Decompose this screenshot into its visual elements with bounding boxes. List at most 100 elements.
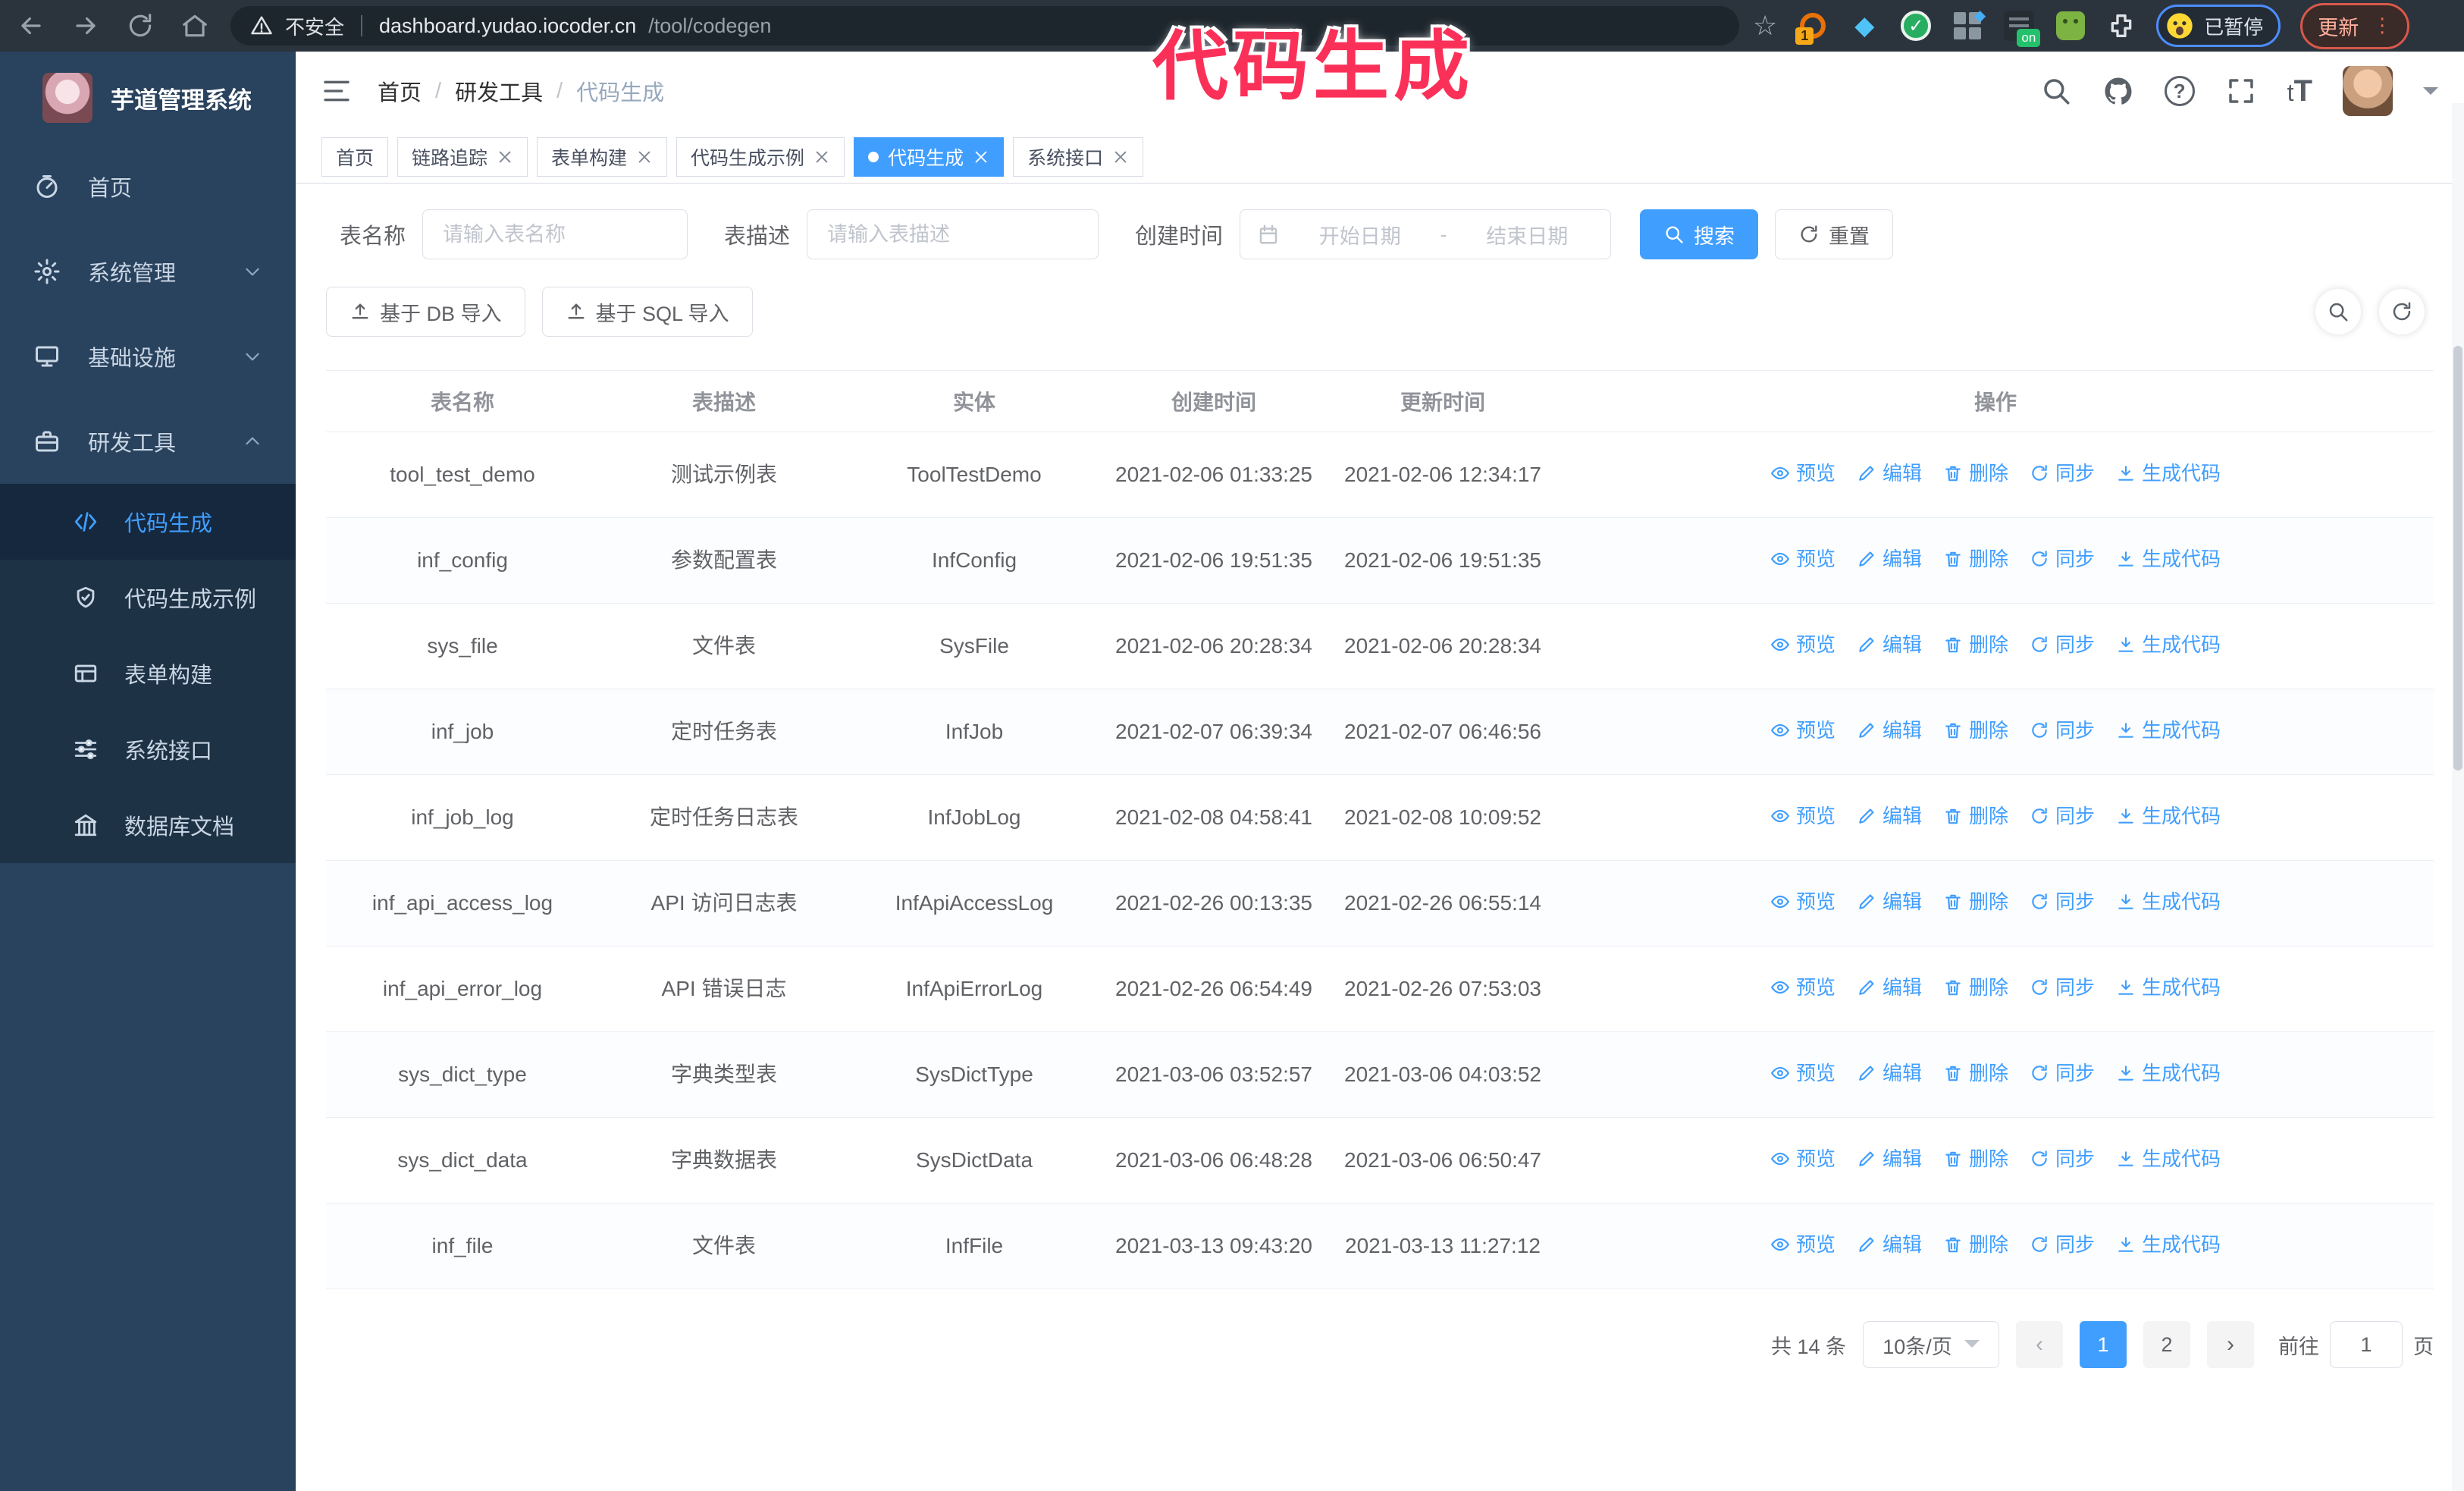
prev-page-button[interactable]: ‹ — [2016, 1321, 2063, 1368]
tab-system-api[interactable]: 系统接口 — [1013, 137, 1144, 177]
extension-orange-icon[interactable]: 1 — [1795, 10, 1829, 45]
tab-codegen[interactable]: 代码生成 — [854, 137, 1005, 177]
sidebar-item-infrastructure[interactable]: 基础设施 — [0, 314, 296, 399]
tab-home[interactable]: 首页 — [321, 137, 389, 177]
tab-form-builder[interactable]: 表单构建 — [537, 137, 668, 177]
close-icon[interactable] — [636, 149, 653, 165]
action-delete-link[interactable]: 删除 — [1943, 544, 2008, 574]
action-edit-link[interactable]: 编辑 — [1857, 887, 1922, 917]
toggle-search-button[interactable] — [2315, 289, 2361, 334]
extension-gem-icon[interactable]: ◆ — [1848, 10, 1880, 42]
action-edit-link[interactable]: 编辑 — [1857, 715, 1922, 746]
help-icon[interactable]: ? — [2164, 76, 2195, 106]
bookmark-star-icon[interactable]: ☆ — [1753, 12, 1777, 39]
sidebar-item-code-generation-example[interactable]: 代码生成示例 — [0, 560, 296, 636]
browser-reload-icon[interactable] — [126, 11, 155, 40]
action-edit-link[interactable]: 编辑 — [1857, 972, 1922, 1003]
search-button[interactable]: 搜索 — [1640, 209, 1759, 259]
goto-page-input[interactable] — [2330, 1321, 2403, 1368]
action-generate-code-link[interactable]: 生成代码 — [2116, 458, 2221, 488]
action-sync-link[interactable]: 同步 — [2030, 1144, 2095, 1174]
sidebar-item-dev-tools[interactable]: 研发工具 — [0, 399, 296, 484]
extension-on-icon[interactable]: on — [2003, 10, 2041, 47]
action-preview-link[interactable]: 预览 — [1770, 544, 1835, 574]
tab-codegen-example[interactable]: 代码生成示例 — [676, 137, 845, 177]
action-generate-code-link[interactable]: 生成代码 — [2116, 715, 2221, 746]
import-sql-button[interactable]: 基于 SQL 导入 — [541, 287, 753, 337]
search-icon[interactable] — [2040, 75, 2072, 107]
action-edit-link[interactable]: 编辑 — [1857, 1058, 1922, 1088]
action-sync-link[interactable]: 同步 — [2030, 458, 2095, 488]
action-preview-link[interactable]: 预览 — [1770, 972, 1835, 1003]
browser-forward-icon[interactable] — [71, 11, 100, 40]
action-sync-link[interactable]: 同步 — [2030, 629, 2095, 660]
kebab-menu-icon[interactable]: ⋮ — [2372, 16, 2392, 35]
action-delete-link[interactable]: 删除 — [1943, 715, 2008, 746]
action-edit-link[interactable]: 编辑 — [1857, 458, 1922, 488]
extensions-puzzle-icon[interactable] — [2106, 11, 2136, 41]
window-scrollbar[interactable] — [2452, 103, 2464, 1491]
action-delete-link[interactable]: 删除 — [1943, 972, 2008, 1003]
paused-badge[interactable]: 已暂停 — [2156, 5, 2281, 47]
action-edit-link[interactable]: 编辑 — [1857, 1144, 1922, 1174]
sidebar-item-home[interactable]: 首页 — [0, 144, 296, 229]
user-avatar[interactable] — [2343, 66, 2393, 116]
action-edit-link[interactable]: 编辑 — [1857, 629, 1922, 660]
fullscreen-icon[interactable] — [2225, 75, 2257, 107]
action-delete-link[interactable]: 删除 — [1943, 1229, 2008, 1260]
import-db-button[interactable]: 基于 DB 导入 — [326, 287, 525, 337]
action-edit-link[interactable]: 编辑 — [1857, 544, 1922, 574]
avatar-caret-icon[interactable] — [2423, 87, 2438, 102]
action-delete-link[interactable]: 删除 — [1943, 1144, 2008, 1174]
action-delete-link[interactable]: 删除 — [1943, 1058, 2008, 1088]
close-icon[interactable] — [813, 149, 830, 165]
breadcrumb-home[interactable]: 首页 — [378, 75, 422, 107]
action-preview-link[interactable]: 预览 — [1770, 887, 1835, 917]
close-icon[interactable] — [973, 149, 989, 165]
scrollbar-thumb[interactable] — [2453, 346, 2462, 771]
action-generate-code-link[interactable]: 生成代码 — [2116, 544, 2221, 574]
action-edit-link[interactable]: 编辑 — [1857, 1229, 1922, 1260]
close-icon[interactable] — [497, 149, 513, 165]
action-generate-code-link[interactable]: 生成代码 — [2116, 887, 2221, 917]
extension-check-icon[interactable]: ✓ — [1900, 10, 1932, 42]
action-preview-link[interactable]: 预览 — [1770, 1229, 1835, 1260]
action-generate-code-link[interactable]: 生成代码 — [2116, 972, 2221, 1003]
action-sync-link[interactable]: 同步 — [2030, 887, 2095, 917]
page-button-1[interactable]: 1 — [2080, 1321, 2127, 1368]
action-delete-link[interactable]: 删除 — [1943, 801, 2008, 831]
action-preview-link[interactable]: 预览 — [1770, 629, 1835, 660]
reset-button[interactable]: 重置 — [1775, 209, 1894, 259]
action-generate-code-link[interactable]: 生成代码 — [2116, 1058, 2221, 1088]
action-preview-link[interactable]: 预览 — [1770, 458, 1835, 488]
table-name-input[interactable] — [422, 209, 688, 259]
github-icon[interactable] — [2102, 75, 2134, 107]
sidebar-item-form-builder[interactable]: 表单构建 — [0, 636, 296, 711]
action-generate-code-link[interactable]: 生成代码 — [2116, 629, 2221, 660]
action-preview-link[interactable]: 预览 — [1770, 801, 1835, 831]
page-button-2[interactable]: 2 — [2143, 1321, 2190, 1368]
font-size-icon[interactable]: tT — [2287, 74, 2312, 108]
action-sync-link[interactable]: 同步 — [2030, 1229, 2095, 1260]
action-sync-link[interactable]: 同步 — [2030, 715, 2095, 746]
breadcrumb-dev-tools[interactable]: 研发工具 — [455, 75, 543, 107]
action-preview-link[interactable]: 预览 — [1770, 1144, 1835, 1174]
update-button[interactable]: 更新 ⋮ — [2300, 2, 2410, 49]
sidebar-item-system-api[interactable]: 系统接口 — [0, 711, 296, 787]
action-generate-code-link[interactable]: 生成代码 — [2116, 1229, 2221, 1260]
table-desc-input[interactable] — [807, 209, 1099, 259]
action-sync-link[interactable]: 同步 — [2030, 1058, 2095, 1088]
sidebar-item-code-generation[interactable]: 代码生成 — [0, 484, 296, 560]
close-icon[interactable] — [1112, 149, 1129, 165]
next-page-button[interactable]: › — [2207, 1321, 2254, 1368]
extension-robot-icon[interactable] — [2055, 10, 2086, 42]
action-preview-link[interactable]: 预览 — [1770, 715, 1835, 746]
action-generate-code-link[interactable]: 生成代码 — [2116, 1144, 2221, 1174]
action-delete-link[interactable]: 删除 — [1943, 458, 2008, 488]
action-edit-link[interactable]: 编辑 — [1857, 801, 1922, 831]
action-generate-code-link[interactable]: 生成代码 — [2116, 801, 2221, 831]
tab-tracing[interactable]: 链路追踪 — [397, 137, 528, 177]
app-logo-row[interactable]: 芋道管理系统 — [0, 52, 296, 144]
extension-grid-icon[interactable]: ◆ — [1951, 8, 1986, 42]
page-size-select[interactable]: 10条/页 — [1863, 1321, 1999, 1368]
